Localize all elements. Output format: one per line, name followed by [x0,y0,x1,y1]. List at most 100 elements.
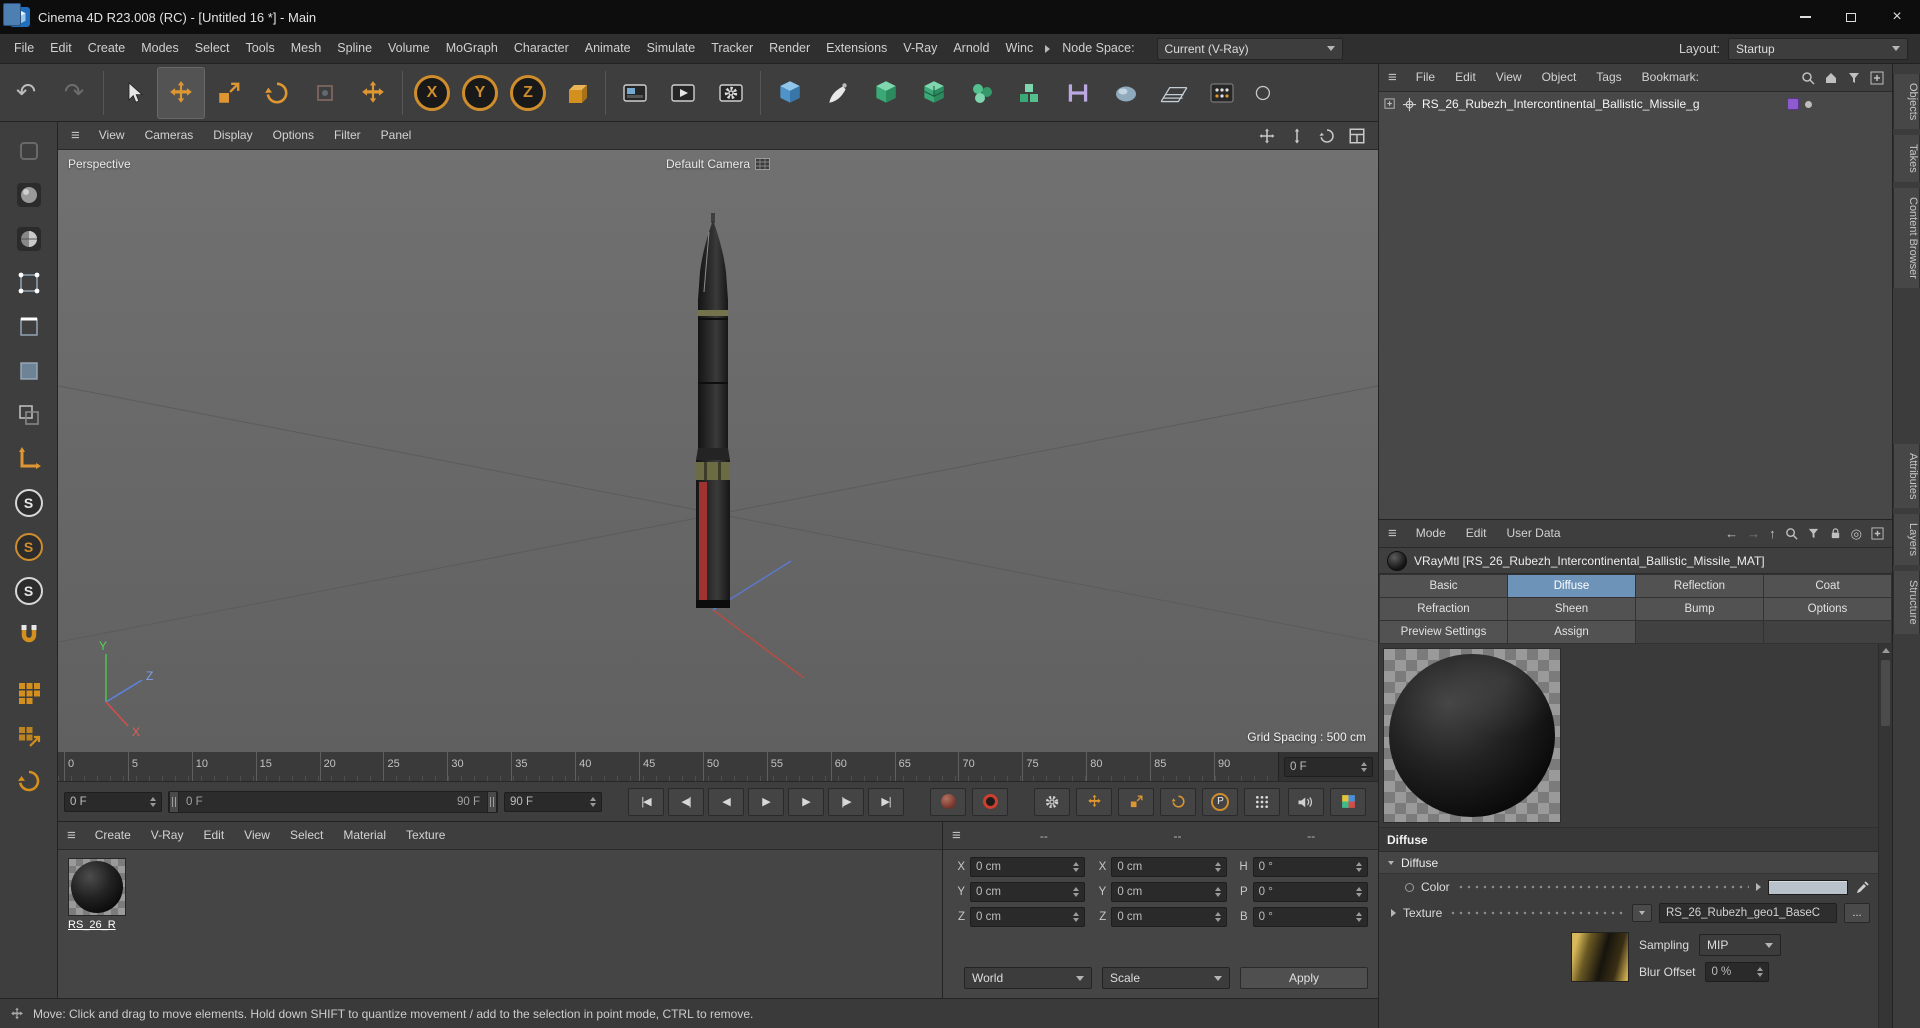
scroll-up-icon[interactable] [1882,648,1890,653]
coord-field[interactable]: 0 ° [1252,907,1368,927]
timeline-tick[interactable]: 5 [127,752,192,781]
partial-tool-icon[interactable] [1246,67,1272,119]
panel-tab[interactable]: Structure [1893,571,1920,635]
transform-mode-select[interactable]: World [964,967,1092,989]
panel-tab[interactable]: Takes [1893,135,1920,183]
deformer-menu[interactable] [1102,67,1150,119]
parent-up-icon[interactable]: ↑ [1769,527,1776,540]
timeline-tick[interactable]: 50 [702,752,767,781]
texture-dropdown-button[interactable] [1632,904,1652,922]
quantize-grid-button[interactable] [7,716,51,757]
object-menu-item[interactable]: View [1486,64,1532,91]
toggle-view-icon[interactable] [1348,127,1366,145]
sampling-select[interactable]: MIP [1699,934,1782,956]
axis-mode-button[interactable] [7,438,51,479]
object-menu-item[interactable]: Bookmark: [1632,64,1709,91]
menu-item[interactable]: V-Ray [895,34,945,63]
tab-preview-settings[interactable]: Preview Settings [1380,621,1507,643]
render-settings-button[interactable] [707,67,755,119]
object-menu-item[interactable]: File [1406,64,1445,91]
layer-color-chip[interactable] [1787,98,1799,110]
texture-browse-button[interactable]: ... [1844,903,1870,923]
menu-item[interactable]: Spline [329,34,380,63]
panel-tab[interactable]: Content Browser [1893,188,1920,288]
menu-item[interactable]: Arnold [945,34,997,63]
timeline-tick[interactable]: 55 [766,752,831,781]
history-back-icon[interactable]: ← [1725,527,1738,540]
color-swatch[interactable] [1768,879,1848,895]
menu-item[interactable]: Extensions [818,34,895,63]
menu-item[interactable]: Edit [42,34,80,63]
spinner[interactable] [1352,912,1362,922]
tab-options[interactable]: Options [1764,598,1891,620]
snap-modes-button[interactable]: S [7,570,51,611]
rotate-tool[interactable] [253,67,301,119]
timeline-tick[interactable]: 75 [1022,752,1086,781]
spinner[interactable] [1357,761,1367,772]
tab-assign[interactable]: Assign [1508,621,1635,643]
object-name[interactable]: RS_26_Rubezh_Intercontinental_Ballistic_… [1422,97,1700,111]
workplane-menu[interactable] [1150,67,1198,119]
filter-icon[interactable] [1807,527,1820,540]
field-menu[interactable] [1054,67,1102,119]
viewport-menu-item[interactable]: Filter [324,122,371,149]
material-preview[interactable] [1383,648,1561,823]
transport-button[interactable]: ▶| [868,787,904,816]
enable-snap-button[interactable]: S [7,526,51,567]
spinner[interactable] [1069,862,1080,872]
material-menu-item[interactable]: Edit [193,822,234,849]
attribute-menu-item[interactable]: User Data [1496,520,1570,547]
transport-button[interactable]: ▶ [788,787,824,816]
polygon-mode-button[interactable] [7,350,51,391]
close-button[interactable]: × [1874,0,1920,34]
spinner[interactable] [586,796,596,807]
panel-menu-icon[interactable]: ≡ [943,827,977,844]
spinner[interactable] [1753,967,1764,977]
coord-field[interactable]: 0 cm [1111,857,1227,877]
record-button[interactable] [930,787,966,816]
eyedropper-icon[interactable] [1855,880,1870,895]
material-menu-item[interactable]: Select [280,822,333,849]
timeline-tick[interactable]: 70 [958,752,1022,781]
rotate-snap-button[interactable] [7,760,51,801]
timeline-tick[interactable]: 15 [255,752,320,781]
spinner[interactable] [1211,912,1221,922]
menu-item[interactable]: Create [80,34,134,63]
menu-item[interactable]: Animate [577,34,639,63]
home-icon[interactable] [1824,71,1838,85]
keyframe-dot-icon[interactable] [1405,882,1414,892]
scale-tool[interactable] [205,67,253,119]
keyframe-selection-button[interactable] [1244,787,1280,816]
material-name[interactable]: RS_26_R [68,919,134,931]
current-frame-marker[interactable] [3,3,21,26]
capture-menu[interactable] [1198,67,1246,119]
last-tool-slot[interactable] [301,67,349,119]
lock-icon[interactable] [1829,527,1842,540]
pan-view-icon[interactable] [1258,127,1276,145]
timeline-ruler[interactable]: 0 5 10 15 20 25 30 35 40 45 50 55 60 65 70 75 80 85 90 0 F [3,3,1378,782]
tab-bump[interactable]: Bump [1636,598,1763,620]
expand-icon[interactable] [1384,97,1397,111]
panel-tab[interactable]: Layers [1893,514,1920,566]
subdivision-surface-menu[interactable] [862,67,910,119]
maximize-button[interactable] [1828,0,1874,34]
diffuse-group-header[interactable]: Diffuse [1379,852,1878,874]
menu-item[interactable]: MoGraph [438,34,506,63]
filter-icon[interactable] [1847,71,1861,85]
view-mode-label[interactable]: Perspective [68,157,131,171]
tweak-mode-button[interactable] [7,130,51,171]
tab-coat[interactable]: Coat [1764,575,1891,597]
material-menu-item[interactable]: V-Ray [141,822,194,849]
coord-field[interactable]: 0 cm [970,907,1086,927]
panel-tab[interactable]: Attributes [1893,443,1920,509]
coord-field[interactable]: 0 cm [1111,907,1227,927]
spinner[interactable] [1069,912,1080,922]
axis-lock-button[interactable]: X [408,67,456,119]
generator-menu[interactable] [910,67,958,119]
minimize-button[interactable] [1782,0,1828,34]
menu-item[interactable]: Modes [133,34,187,63]
spline-pen-menu[interactable] [814,67,862,119]
range-end-handle[interactable] [487,791,497,812]
edge-mode-button[interactable] [7,306,51,347]
menu-overflow-icon[interactable] [1045,44,1051,53]
